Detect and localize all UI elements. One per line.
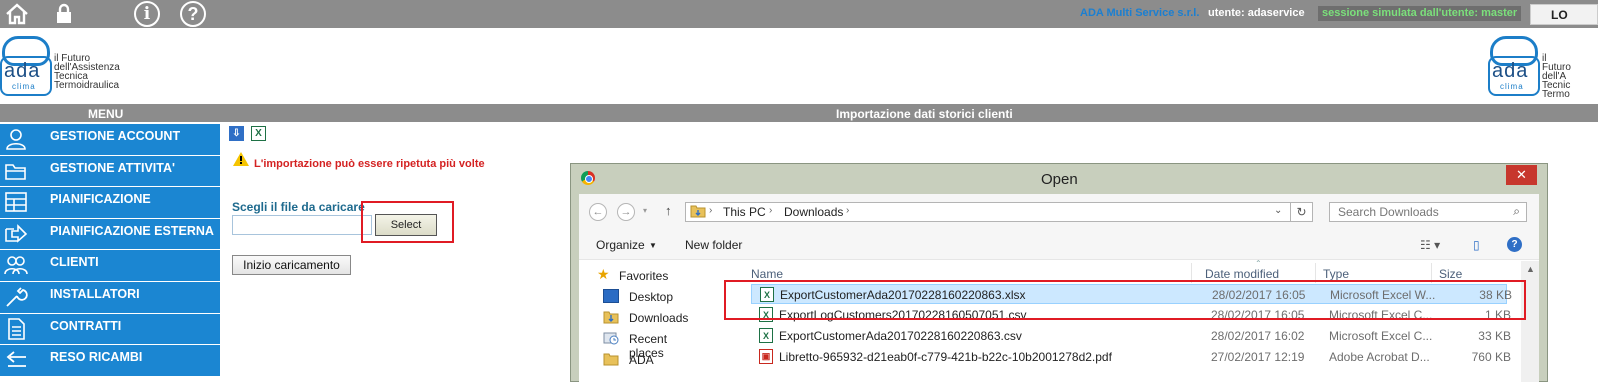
menu-item-gestione-attivita[interactable]: GESTIONE ATTIVITA' <box>0 155 220 188</box>
breadcrumb-chevron-icon: › <box>709 205 713 216</box>
logo-left: ada clima il Futuro dell'Assistenza Tecnic… <box>0 34 120 96</box>
grid-icon <box>5 192 27 212</box>
user-icon <box>6 129 26 150</box>
breadcrumb-chevron-icon: › <box>846 205 850 216</box>
warning-message: L'importazione può essere ripetuta più v… <box>254 158 485 170</box>
desktop-icon <box>603 289 619 303</box>
help-icon[interactable]: ? <box>179 1 207 27</box>
dialog-titlebar[interactable]: Open ✕ <box>571 164 1547 192</box>
address-dropdown-icon[interactable]: ⌄ <box>1274 205 1282 216</box>
ada-clima-logo: ada clima <box>1488 34 1540 96</box>
dialog-title: Open <box>1041 171 1078 188</box>
ada-clima-logo: ada clima <box>0 34 52 96</box>
file-row[interactable]: X ExportCustomerAda20170228160220863.csv… <box>751 326 1511 346</box>
address-row: ← → ▾ ↑ › This PC › Downloads › ⌄ ↻ Sear… <box>579 194 1539 230</box>
downloads-folder-icon <box>603 310 619 324</box>
file-path-input[interactable] <box>232 215 372 235</box>
company-name: ADA Multi Service s.r.l. <box>1080 7 1200 19</box>
dialog-toolbar: Organize ▼ New folder ☷ ▾ ▯ ? <box>579 230 1539 260</box>
pdf-icon: ▣ <box>759 349 773 364</box>
excel-icon: X <box>759 328 773 343</box>
warning-icon <box>233 152 249 166</box>
menu-item-contratti[interactable]: CONTRATTI <box>0 313 220 346</box>
logo-right: ada clima il Futuro dell'A Tecnic Termo <box>1488 34 1571 100</box>
logo-tagline: il Futuro dell'A Tecnic Termo <box>1542 53 1571 100</box>
excel-icon[interactable]: X <box>251 126 266 141</box>
menu-item-clienti[interactable]: CLIENTI <box>0 250 220 282</box>
menu-item-reso-ricambi[interactable]: RESO RICAMBI <box>0 345 220 377</box>
column-type[interactable]: Type <box>1323 267 1349 281</box>
file-row[interactable]: ▣ Libretto-965932-d21eab0f-c779-421b-b22… <box>751 347 1511 367</box>
file-upload-label: Scegli il file da caricare <box>232 200 365 214</box>
close-button[interactable]: ✕ <box>1506 165 1537 185</box>
navigation-pane: ★ Favorites Desktop Downloads Recent pla… <box>579 261 735 382</box>
user-label: utente: adaservice <box>1208 7 1305 19</box>
download-icon[interactable]: ⇩ <box>229 126 244 141</box>
chrome-icon <box>581 171 595 185</box>
star-icon: ★ <box>597 266 610 282</box>
side-menu: GESTIONE ACCOUNT GESTIONE ATTIVITA' PIAN… <box>0 124 220 377</box>
logout-button[interactable]: LO <box>1530 4 1598 25</box>
menu-item-gestione-account[interactable]: GESTIONE ACCOUNT <box>0 124 220 156</box>
home-icon[interactable] <box>3 1 31 27</box>
column-size[interactable]: Size <box>1439 267 1462 281</box>
return-icon <box>6 351 26 368</box>
back-icon[interactable]: ← <box>589 203 607 221</box>
users-icon <box>4 256 28 275</box>
logo-tagline: il Futuro dell'Assistenza Tecnica Termoidra… <box>54 53 120 91</box>
recent-icon <box>603 331 619 345</box>
preview-pane-icon[interactable]: ▯ <box>1473 238 1480 252</box>
organize-menu[interactable]: Organize <box>596 238 645 252</box>
menu-item-installatori[interactable]: INSTALLATORI <box>0 281 220 314</box>
start-upload-button[interactable]: Inizio caricamento <box>232 255 351 275</box>
column-name[interactable]: Name <box>751 267 783 281</box>
refresh-icon[interactable]: ↻ <box>1291 202 1313 222</box>
organize-dropdown-icon[interactable]: ▼ <box>649 241 657 250</box>
wrench-icon <box>6 287 28 307</box>
view-options-icon[interactable]: ☷ ▾ <box>1420 238 1440 252</box>
menu-heading: MENU <box>88 107 124 121</box>
page-title: Importazione dati storici clienti <box>836 107 1013 121</box>
document-icon <box>8 317 25 340</box>
info-icon[interactable]: i <box>133 1 161 27</box>
folder-icon <box>5 163 26 180</box>
breadcrumb-downloads[interactable]: Downloads <box>784 205 843 219</box>
breadcrumb-chevron-icon: › <box>769 205 773 216</box>
select-file-button[interactable]: Select <box>375 214 437 236</box>
breadcrumb-this-pc[interactable]: This PC <box>723 205 766 219</box>
help-icon[interactable]: ? <box>1507 237 1522 252</box>
highlight-box-file <box>724 280 1526 320</box>
menu-item-pianificazione[interactable]: PIANIFICAZIONE <box>0 187 220 219</box>
new-folder-button[interactable]: New folder <box>685 238 742 252</box>
folder-icon <box>603 352 619 366</box>
recent-dropdown-icon[interactable]: ▾ <box>643 206 647 215</box>
search-icon: ⌕ <box>1513 204 1520 218</box>
top-bar: i ? ADA Multi Service s.r.l. utente: ada… <box>0 0 1598 28</box>
address-bar[interactable]: › This PC › Downloads › ⌄ <box>685 202 1291 222</box>
column-date-modified[interactable]: Date modified <box>1205 267 1279 281</box>
section-bar: MENU Importazione dati storici clienti <box>0 104 1598 122</box>
up-icon[interactable]: ↑ <box>665 203 672 218</box>
arrow-out-icon <box>5 223 28 243</box>
open-file-dialog: Open ✕ ← → ▾ ↑ › This PC › Downloads › ⌄… <box>570 163 1548 382</box>
sort-indicator-icon: ⌃ <box>1255 259 1262 268</box>
folder-icon <box>690 204 706 221</box>
session-badge: sessione simulata dall'utente: master <box>1318 6 1522 21</box>
lock-icon[interactable] <box>50 1 78 27</box>
forward-icon[interactable]: → <box>617 203 635 221</box>
search-input[interactable]: Search Downloads ⌕ <box>1329 202 1527 222</box>
menu-item-pianificazione-esterna[interactable]: PIANIFICAZIONE ESTERNA <box>0 218 220 251</box>
scroll-up-icon[interactable]: ▲ <box>1526 264 1535 274</box>
